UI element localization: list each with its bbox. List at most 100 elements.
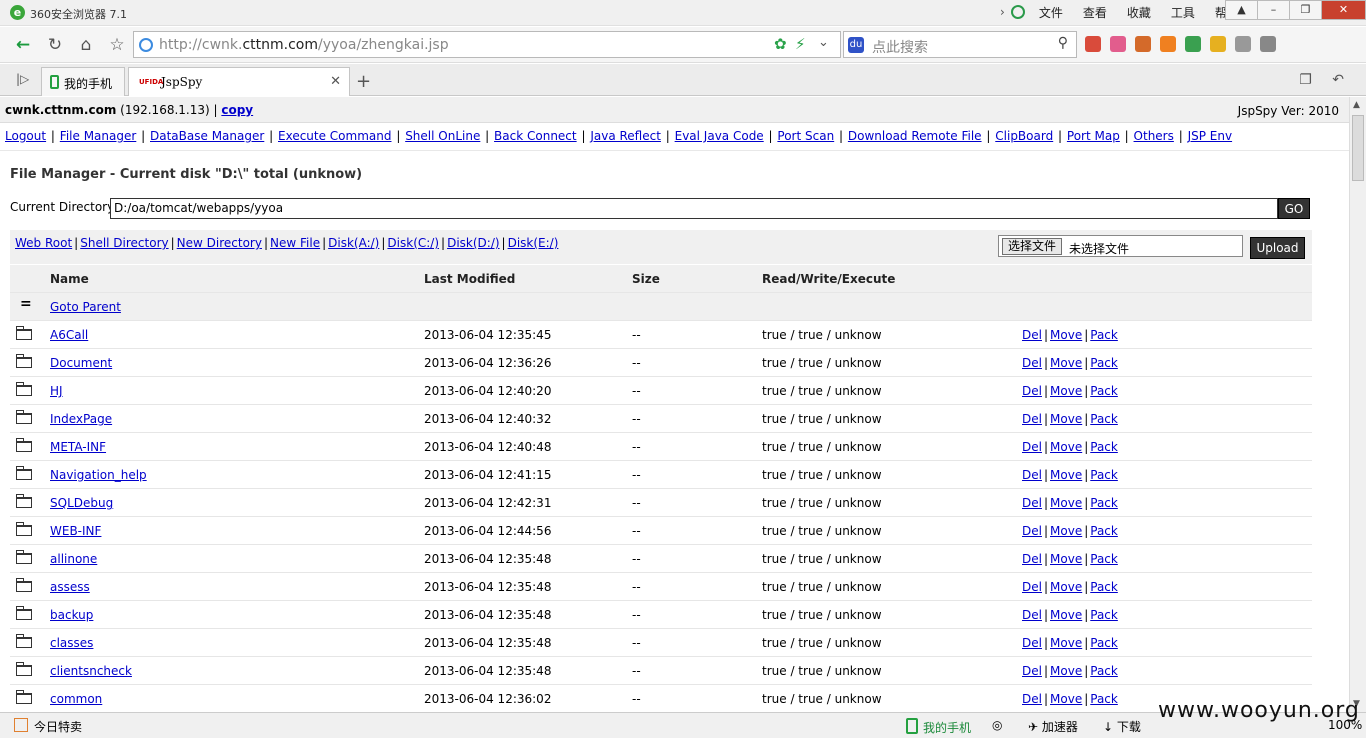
- search-icon[interactable]: ⚲: [1058, 35, 1068, 51]
- speed-mode-icon[interactable]: ⚡: [795, 35, 806, 53]
- compat-mode-icon[interactable]: ✿: [774, 35, 787, 53]
- copy-link[interactable]: copy: [221, 103, 253, 117]
- chevron-right-icon[interactable]: ›: [1000, 5, 1005, 19]
- pack-link[interactable]: Pack: [1090, 412, 1118, 426]
- move-link[interactable]: Move: [1050, 636, 1082, 650]
- file-name-link[interactable]: clientsncheck: [50, 664, 132, 678]
- file-name-link[interactable]: backup: [50, 608, 93, 622]
- move-link[interactable]: Move: [1050, 328, 1082, 342]
- dir-link-disk-d[interactable]: Disk(D:/): [447, 236, 499, 250]
- nav-link-database-manager[interactable]: DataBase Manager: [150, 129, 264, 143]
- pack-link[interactable]: Pack: [1090, 440, 1118, 454]
- tab-jspspy[interactable]: UFIDA JspSpy ✕: [128, 67, 350, 96]
- capture-icon[interactable]: [1260, 36, 1276, 52]
- mail-icon[interactable]: [1110, 36, 1126, 52]
- shield-icon[interactable]: [1185, 36, 1201, 52]
- new-tab-button[interactable]: +: [356, 71, 371, 92]
- file-name-link[interactable]: allinone: [50, 552, 97, 566]
- nav-link-shell-online[interactable]: Shell OnLine: [405, 129, 480, 143]
- file-name-link[interactable]: META-INF: [50, 440, 106, 454]
- del-link[interactable]: Del: [1022, 636, 1042, 650]
- move-link[interactable]: Move: [1050, 468, 1082, 482]
- file-name-link[interactable]: assess: [50, 580, 90, 594]
- menu-file[interactable]: 文件: [1039, 4, 1063, 21]
- nav-link-file-manager[interactable]: File Manager: [60, 129, 137, 143]
- move-link[interactable]: Move: [1050, 384, 1082, 398]
- menu-view[interactable]: 查看: [1083, 4, 1107, 21]
- dir-link-disk-c[interactable]: Disk(C:/): [387, 236, 439, 250]
- address-url[interactable]: http://cwnk.cttnm.com/yyoa/zhengkai.jsp: [159, 37, 449, 53]
- del-link[interactable]: Del: [1022, 384, 1042, 398]
- pack-link[interactable]: Pack: [1090, 636, 1118, 650]
- pack-link[interactable]: Pack: [1090, 608, 1118, 622]
- move-link[interactable]: Move: [1050, 580, 1082, 594]
- dir-link-shell-directory[interactable]: Shell Directory: [80, 236, 168, 250]
- del-link[interactable]: Del: [1022, 580, 1042, 594]
- file-name-link[interactable]: Document: [50, 356, 112, 370]
- del-link[interactable]: Del: [1022, 496, 1042, 510]
- my-phone-status[interactable]: 我的手机: [906, 718, 971, 736]
- pack-link[interactable]: Pack: [1090, 328, 1118, 342]
- sidebar-toggle-icon[interactable]: |▷: [16, 72, 29, 86]
- maximize-button[interactable]: ❐: [1289, 0, 1322, 20]
- nav-link-java-reflect[interactable]: Java Reflect: [590, 129, 661, 143]
- nav-link-port-map[interactable]: Port Map: [1067, 129, 1120, 143]
- move-link[interactable]: Move: [1050, 552, 1082, 566]
- daily-deal-link[interactable]: 今日特卖: [34, 718, 82, 735]
- dir-link-web-root[interactable]: Web Root: [15, 236, 72, 250]
- scrollbar-thumb[interactable]: [1352, 115, 1364, 181]
- del-link[interactable]: Del: [1022, 468, 1042, 482]
- accelerator-button[interactable]: ✈ 加速器: [1028, 718, 1078, 735]
- minimize-button[interactable]: –: [1257, 0, 1290, 20]
- coupon-icon[interactable]: [1210, 36, 1226, 52]
- file-upload-input[interactable]: 选择文件 未选择文件: [998, 235, 1243, 257]
- nav-link-eval-java-code[interactable]: Eval Java Code: [675, 129, 764, 143]
- goto-parent-link[interactable]: Goto Parent: [50, 300, 121, 314]
- del-link[interactable]: Del: [1022, 412, 1042, 426]
- file-name-link[interactable]: SQLDebug: [50, 496, 113, 510]
- go-button[interactable]: GO: [1278, 198, 1310, 219]
- apps-icon[interactable]: [1085, 36, 1101, 52]
- move-link[interactable]: Move: [1050, 524, 1082, 538]
- dir-link-disk-e[interactable]: Disk(E:/): [508, 236, 559, 250]
- restore-tabs-icon[interactable]: ❐: [1299, 72, 1312, 88]
- menu-favorites[interactable]: 收藏: [1127, 4, 1151, 21]
- dir-link-new-directory[interactable]: New Directory: [177, 236, 262, 250]
- nav-link-execute-command[interactable]: Execute Command: [278, 129, 391, 143]
- move-link[interactable]: Move: [1050, 608, 1082, 622]
- file-name-link[interactable]: common: [50, 692, 102, 706]
- file-name-link[interactable]: IndexPage: [50, 412, 112, 426]
- del-link[interactable]: Del: [1022, 608, 1042, 622]
- home-icon[interactable]: ⌂: [74, 33, 98, 57]
- file-name-link[interactable]: classes: [50, 636, 93, 650]
- undo-close-icon[interactable]: ↶: [1332, 72, 1344, 88]
- tab-my-phone[interactable]: 我的手机: [41, 67, 125, 96]
- pack-link[interactable]: Pack: [1090, 664, 1118, 678]
- move-link[interactable]: Move: [1050, 664, 1082, 678]
- del-link[interactable]: Del: [1022, 664, 1042, 678]
- move-link[interactable]: Move: [1050, 356, 1082, 370]
- close-button[interactable]: ✕: [1321, 0, 1366, 20]
- flight-icon[interactable]: [1160, 36, 1176, 52]
- move-link[interactable]: Move: [1050, 496, 1082, 510]
- nav-link-others[interactable]: Others: [1134, 129, 1174, 143]
- upload-button[interactable]: Upload: [1250, 237, 1305, 259]
- refresh-icon[interactable]: ↻: [43, 33, 67, 57]
- del-link[interactable]: Del: [1022, 328, 1042, 342]
- file-name-link[interactable]: Navigation_help: [50, 468, 147, 482]
- nav-link-clipboard[interactable]: ClipBoard: [995, 129, 1053, 143]
- del-link[interactable]: Del: [1022, 356, 1042, 370]
- scroll-up-icon[interactable]: ▲: [1353, 100, 1360, 110]
- skin-icon[interactable]: ▲: [1225, 0, 1258, 20]
- choose-file-button[interactable]: 选择文件: [1002, 238, 1063, 255]
- network-icon[interactable]: ◎: [992, 718, 1002, 732]
- dir-link-new-file[interactable]: New File: [270, 236, 320, 250]
- pack-link[interactable]: Pack: [1090, 580, 1118, 594]
- search-input[interactable]: 点此搜索: [872, 37, 928, 57]
- pack-link[interactable]: Pack: [1090, 552, 1118, 566]
- back-arrow-icon[interactable]: ←: [11, 33, 35, 57]
- close-tab-icon[interactable]: ✕: [330, 74, 341, 89]
- pack-link[interactable]: Pack: [1090, 356, 1118, 370]
- address-bar[interactable]: http://cwnk.cttnm.com/yyoa/zhengkai.jsp …: [133, 31, 841, 58]
- vertical-scrollbar[interactable]: ▲ ▼: [1349, 97, 1366, 712]
